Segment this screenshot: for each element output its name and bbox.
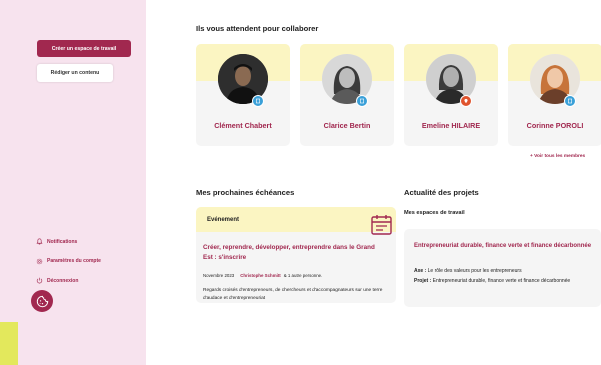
member-name: Clarice Bertin [323, 121, 371, 130]
main-content: Ils vous attendent pour collaborer Cléme… [146, 0, 601, 365]
calendar-icon [371, 215, 392, 235]
building-icon [359, 98, 365, 104]
event-card[interactable]: Evénement Créer, reprendre, développer, … [196, 207, 396, 303]
building-icon [255, 98, 261, 104]
member-card[interactable]: Clarice Bertin [300, 44, 394, 146]
project-card[interactable]: Entrepreneuriat durable, finance verte e… [404, 229, 601, 307]
workspaces-subtitle: Mes espaces de travail [404, 210, 465, 216]
write-content-button[interactable]: Rédiger un contenu [37, 64, 113, 82]
see-all-members-link[interactable]: + Voir tous les membres [530, 154, 585, 159]
sidebar-menu: Notifications Paramètres du compte Décon… [36, 236, 101, 295]
power-icon [36, 277, 43, 284]
member-badge [356, 95, 368, 107]
collaborators-title: Ils vous attendent pour collaborer [196, 24, 319, 33]
project-projet: Projet : Entrepreneuriat durable, financ… [414, 278, 571, 284]
sidebar-item-label: Déconnexion [47, 277, 79, 284]
sidebar-item-logout[interactable]: Déconnexion [36, 275, 101, 286]
event-date: Novembre 2023 [203, 273, 235, 278]
event-author[interactable]: Christophe Schmitt [240, 273, 281, 278]
member-name: Clément Chabert [214, 121, 272, 130]
sidebar: Créer un espace de travail Rédiger un co… [0, 0, 146, 365]
sidebar-item-label: Paramètres du compte [47, 258, 101, 264]
member-card[interactable]: Clément Chabert [196, 44, 290, 146]
member-name: Corinne POROLI [526, 121, 584, 130]
cookie-settings-button[interactable] [31, 290, 53, 312]
event-title[interactable]: Créer, reprendre, développer, entreprend… [203, 243, 383, 263]
bell-icon [36, 238, 43, 245]
sidebar-item-label: Notifications [47, 238, 78, 245]
member-card[interactable]: Corinne POROLI [508, 44, 601, 146]
member-badge [564, 95, 576, 107]
member-card[interactable]: Emeline HILAIRE [404, 44, 498, 146]
create-workspace-button[interactable]: Créer un espace de travail [37, 40, 131, 57]
cookie-icon [36, 295, 48, 307]
project-axe: Axe : Le rôle des valeurs pour les entre… [414, 268, 522, 274]
gear-icon [36, 258, 43, 264]
member-badge [252, 95, 264, 107]
decorative-corner [0, 322, 18, 365]
member-name: Emeline HILAIRE [421, 121, 481, 130]
event-type-label: Evénement [207, 217, 240, 223]
location-pin-icon [464, 98, 468, 104]
event-others: & 1 autre personne. [283, 273, 323, 278]
projects-title: Actualité des projets [404, 188, 479, 197]
project-title[interactable]: Entrepreneuriat durable, finance verte e… [414, 241, 594, 251]
building-icon [567, 98, 573, 104]
member-badge [460, 95, 472, 107]
event-description: Regards croisés d'entrepreneurs, de cher… [203, 288, 383, 301]
event-meta: Novembre 2023 Christophe Schmitt & 1 autre… [203, 273, 322, 278]
sidebar-item-account-settings[interactable]: Paramètres du compte [36, 256, 101, 267]
deadlines-title: Mes prochaines échéances [196, 188, 295, 197]
sidebar-item-notifications[interactable]: Notifications [36, 236, 101, 247]
